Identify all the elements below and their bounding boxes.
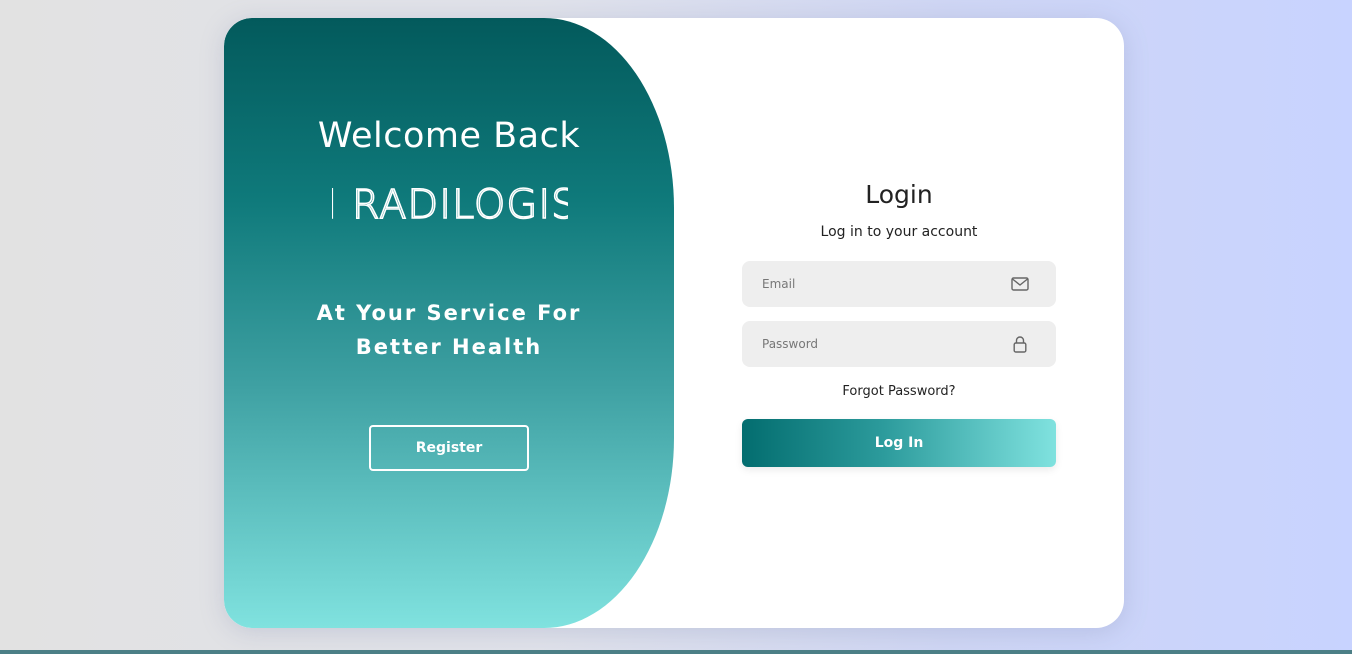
login-title: Login — [865, 180, 933, 209]
login-subtitle: Log in to your account — [820, 224, 978, 240]
bottom-strip — [0, 650, 1352, 654]
login-form: Login Log in to your account Forgot Pass… — [742, 18, 1056, 628]
brand-logo: AI RADILOGIST — [332, 181, 568, 224]
email-field-container — [742, 260, 1056, 308]
lock-icon — [1010, 334, 1030, 354]
svg-text:AI RADILOGIST: AI RADILOGIST — [332, 182, 568, 224]
welcome-panel: Welcome Back AI RADILOGIST At Your Servi… — [224, 18, 674, 628]
login-button[interactable]: Log In — [742, 419, 1056, 467]
tagline-line-1: At Your Service For — [316, 301, 582, 325]
envelope-icon — [1010, 274, 1030, 294]
welcome-title: Welcome Back — [317, 116, 581, 156]
password-field-container — [742, 320, 1056, 368]
password-input[interactable] — [742, 320, 1010, 368]
tagline-line-2: Better Health — [355, 335, 543, 359]
forgot-password-link[interactable]: Forgot Password? — [742, 384, 1056, 399]
login-card: Welcome Back AI RADILOGIST At Your Servi… — [224, 18, 1124, 628]
register-button[interactable]: Register — [369, 425, 529, 471]
tagline: At Your Service For Better Health — [224, 296, 674, 364]
email-input[interactable] — [742, 260, 1010, 308]
